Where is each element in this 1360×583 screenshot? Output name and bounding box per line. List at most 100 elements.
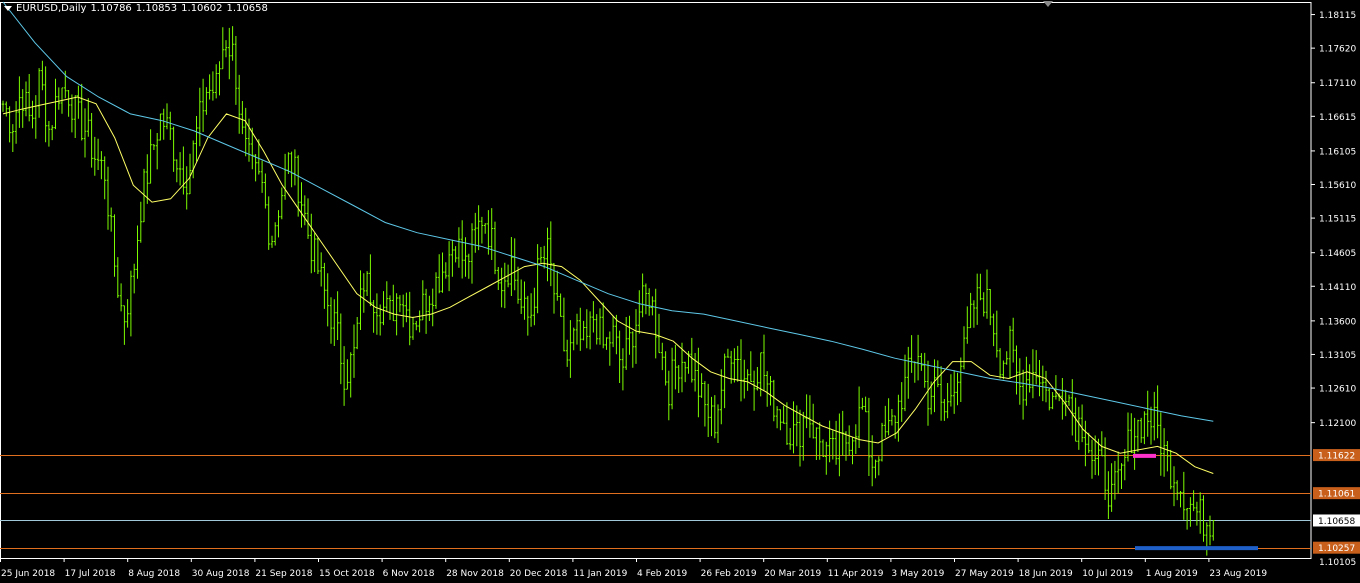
- ohlc-bar: [821, 439, 825, 457]
- x-tick-label: 25 Jun 2018: [1, 569, 55, 579]
- ohlc-bar: [434, 272, 438, 309]
- ohlc-bar: [87, 98, 90, 137]
- ohlc-bar: [618, 330, 621, 383]
- ohlc-bar: [798, 409, 802, 467]
- ohlc-bar: [775, 406, 779, 429]
- ohlc-bar: [736, 345, 739, 382]
- ohlc-bar: [77, 85, 80, 119]
- ohlc-bar: [1156, 385, 1159, 439]
- ohlc-bar: [234, 36, 238, 105]
- ohlc-bar: [1005, 351, 1008, 365]
- x-tick-label: 15 Oct 2018: [319, 569, 375, 579]
- ohlc-bar: [1110, 463, 1113, 512]
- ohlc-bar: [382, 291, 385, 326]
- ohlc-bar: [657, 313, 661, 354]
- ohlc-bar: [788, 428, 792, 450]
- ohlc-bar: [690, 337, 694, 383]
- ohlc-bar: [109, 207, 113, 232]
- ohlc-bar: [323, 262, 326, 309]
- ohlc-bar: [270, 235, 274, 248]
- ohlc-bar: [316, 237, 320, 274]
- ohlc-bar: [18, 76, 21, 128]
- ohlc-bar: [1077, 406, 1081, 450]
- ohlc-bar: [165, 103, 169, 130]
- ohlc-bar: [497, 267, 500, 290]
- ohlc-bar: [228, 27, 231, 80]
- ohlc-bar: [746, 369, 749, 391]
- ohlc-bar: [1205, 522, 1209, 556]
- ohlc-bar: [1202, 495, 1205, 542]
- ohlc-bar: [503, 262, 507, 309]
- ohlc-bar: [575, 313, 579, 345]
- ohlc-bar: [1116, 451, 1120, 494]
- ohlc-bar: [893, 415, 897, 439]
- ohlc-bar: [1041, 365, 1045, 402]
- ohlc-bar: [1090, 439, 1094, 479]
- ohlc-bar: [41, 60, 44, 91]
- x-tick-label: 18 Jun 2019: [1019, 569, 1073, 579]
- ohlc-bar: [1175, 480, 1179, 501]
- ohlc-bar: [592, 301, 595, 333]
- ohlc-bar: [254, 154, 257, 182]
- chart-canvas[interactable]: 1.18115 1.17620 1.17110 1.16615 1.16105 1.156…: [0, 0, 1360, 583]
- ohlc-bar: [762, 334, 766, 391]
- x-tick-label: 10 Jul 2019: [1082, 569, 1133, 579]
- ohlc-bar: [1048, 388, 1051, 411]
- ohlc-bar: [726, 348, 730, 358]
- ohlc-bar: [313, 233, 316, 273]
- ohlc-bar: [1198, 492, 1202, 534]
- ohlc-bar: [661, 342, 664, 371]
- ohlc-bar: [339, 313, 343, 385]
- ohlc-bar: [549, 221, 553, 287]
- ohlc-bar: [516, 266, 520, 304]
- ohlc-bar: [418, 310, 421, 333]
- ohlc-bar: [969, 292, 972, 329]
- ohlc-bar: [1166, 441, 1169, 472]
- ohlc-bar: [214, 64, 218, 99]
- ohlc-bar: [916, 334, 920, 381]
- ohlc-bar: [241, 101, 244, 135]
- ma-slow-line: [2, 1, 1214, 422]
- x-tick-label: 4 Feb 2019: [637, 569, 688, 579]
- y-tick-label: 1.13105: [1319, 351, 1356, 361]
- high-value: 1.10853: [135, 3, 178, 14]
- ohlc-bar: [490, 208, 493, 260]
- price-label-1.11622: 1.11622: [1318, 452, 1355, 462]
- ohlc-bar: [375, 293, 379, 335]
- ohlc-bar: [733, 348, 736, 383]
- ohlc-bar: [208, 74, 211, 100]
- ohlc-bar: [474, 212, 477, 253]
- x-tick-label: 20 Dec 2018: [510, 569, 568, 579]
- ohlc-bar: [493, 221, 497, 275]
- ohlc-bar: [700, 373, 703, 398]
- ohlc-bar: [559, 293, 562, 317]
- ohlc-bar: [96, 138, 100, 170]
- ohlc-bar: [385, 281, 389, 311]
- x-tick-label: 30 Aug 2018: [192, 569, 250, 579]
- ohlc-bar: [670, 347, 674, 410]
- ohlc-bar: [1025, 356, 1028, 406]
- ohlc-bar: [1084, 420, 1087, 467]
- chart-menu-triangle-icon[interactable]: [4, 5, 12, 11]
- ohlc-bar: [536, 244, 539, 314]
- ohlc-bar: [510, 237, 513, 296]
- ohlc-bar: [50, 125, 54, 141]
- ohlc-bar: [67, 90, 70, 117]
- y-tick-label: 1.12100: [1319, 419, 1356, 429]
- ohlc-bar: [582, 320, 585, 341]
- ohlc-bar: [752, 370, 756, 411]
- ohlc-bar: [1146, 390, 1149, 437]
- ohlc-bar: [667, 370, 671, 421]
- ohlc-bar: [119, 283, 123, 312]
- ohlc-bar: [769, 376, 772, 406]
- ohlc-bar: [890, 409, 894, 426]
- ohlc-bar: [365, 271, 369, 296]
- y-tick-label: 1.15610: [1319, 181, 1356, 191]
- ohlc-bar: [70, 94, 74, 133]
- ohlc-bar: [437, 254, 441, 294]
- ohlc-bar: [910, 335, 913, 373]
- ohlc-bar: [1044, 370, 1048, 403]
- ohlc-bar: [1182, 471, 1186, 520]
- ohlc-bar: [139, 201, 143, 243]
- ohlc-bar: [638, 290, 641, 334]
